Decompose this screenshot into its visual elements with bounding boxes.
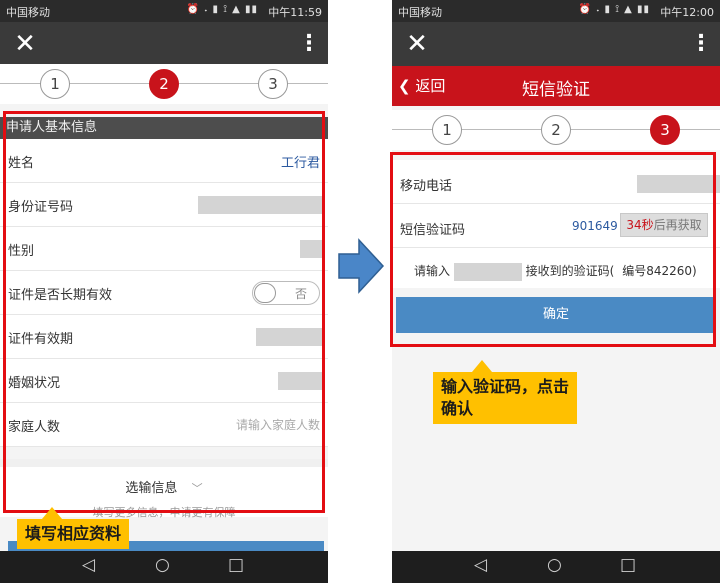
more-menu-icon[interactable]: ⋮	[298, 29, 320, 59]
step-3-active: 3	[650, 115, 680, 145]
step-1: 1	[432, 115, 462, 145]
step-2-active: 2	[149, 69, 179, 99]
back-nav-icon[interactable]: ◁	[82, 555, 95, 575]
highlight-frame-form	[3, 111, 325, 513]
browser-top-bar: ✕ ⋮	[0, 22, 328, 66]
home-nav-icon[interactable]: ○	[155, 555, 170, 575]
step-indicator: 1 2 3	[0, 64, 328, 104]
step-1: 1	[40, 69, 70, 99]
home-nav-icon[interactable]: ○	[547, 555, 562, 575]
status-icons: ⏰ 𝆺 ▮ ⟟ ▲ ▮▮	[578, 4, 650, 15]
android-nav-bar: ◁ ○ □	[392, 551, 720, 583]
step-indicator: 1 2 3	[392, 110, 720, 150]
recent-apps-icon[interactable]: □	[228, 555, 244, 575]
close-icon[interactable]: ✕	[10, 29, 40, 59]
browser-top-bar: ✕ ⋮	[392, 22, 720, 66]
callout-pointer	[472, 360, 492, 372]
clock: 中午12:00	[660, 6, 714, 19]
recent-apps-icon[interactable]: □	[620, 555, 636, 575]
arrow-right-icon	[338, 238, 385, 294]
carrier-label: 中国移动	[398, 6, 442, 19]
status-bar: 中国移动 ⏰ 𝆺 ▮ ⟟ ▲ ▮▮ 中午12:00	[392, 0, 720, 22]
callout-pointer	[42, 507, 62, 519]
callout-fill-info: 填写相应资料	[17, 519, 130, 549]
highlight-frame-sms	[390, 152, 716, 347]
android-nav-bar: ◁ ○ □	[0, 551, 328, 583]
close-icon[interactable]: ✕	[402, 29, 432, 59]
clock: 中午11:59	[268, 6, 322, 19]
status-bar: 中国移动 ⏰ 𝆺 ▮ ⟟ ▲ ▮▮ 中午11:59	[0, 0, 328, 22]
page-title: 短信验证	[522, 80, 590, 100]
carrier-label: 中国移动	[6, 6, 50, 19]
step-3: 3	[258, 69, 288, 99]
callout-line-1: 输入验证码，点击	[441, 377, 570, 396]
callout-enter-code: 输入验证码，点击 确认	[433, 372, 578, 424]
page-header: ❮ 返回 短信验证	[392, 66, 720, 106]
back-nav-icon[interactable]: ◁	[474, 555, 487, 575]
more-menu-icon[interactable]: ⋮	[690, 29, 712, 59]
status-icons: ⏰ 𝆺 ▮ ⟟ ▲ ▮▮	[186, 4, 258, 15]
callout-line-2: 确认	[441, 399, 474, 418]
step-2: 2	[541, 115, 571, 145]
